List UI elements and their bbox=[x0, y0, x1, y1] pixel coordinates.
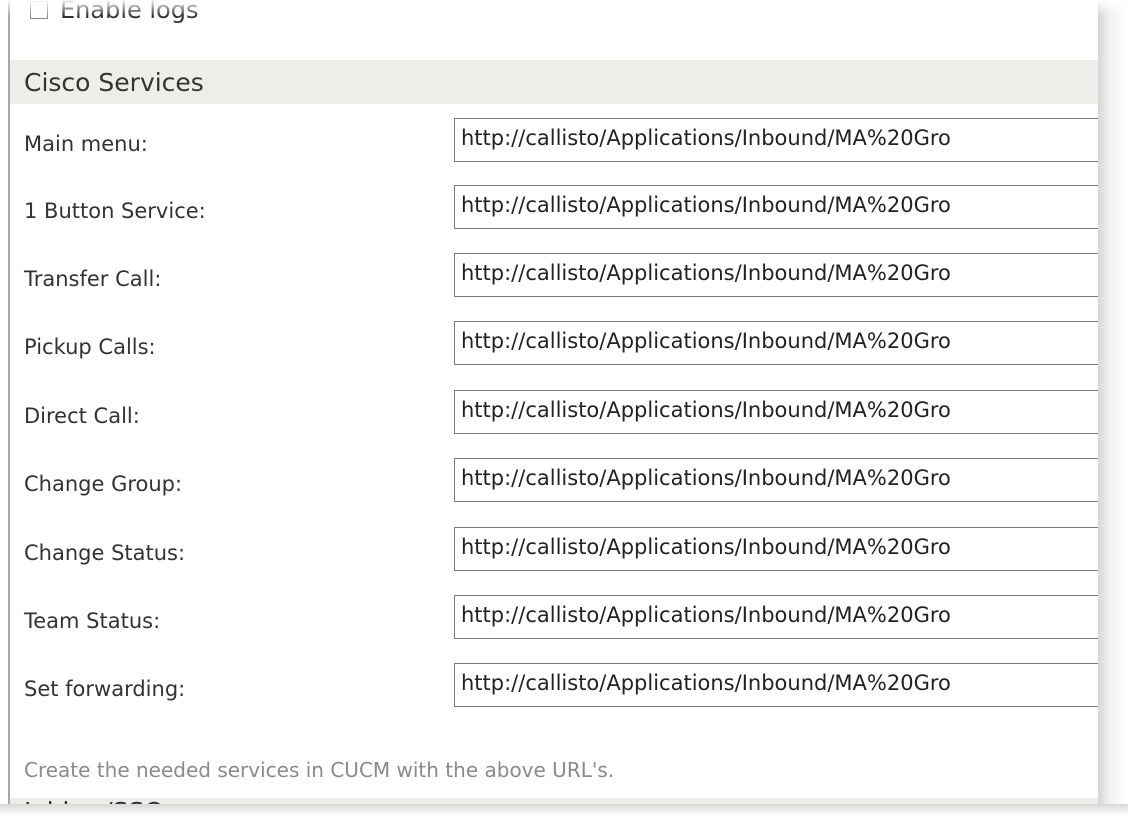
service-url-input[interactable]: http://callisto/Applications/Inbound/MA%… bbox=[454, 321, 1100, 365]
service-row-change-group: Change Group: http://callisto/Applicatio… bbox=[10, 458, 1100, 504]
service-label: Direct Call: bbox=[24, 404, 140, 428]
service-url-input[interactable]: http://callisto/Applications/Inbound/MA%… bbox=[454, 185, 1100, 229]
service-label: Transfer Call: bbox=[24, 267, 162, 291]
section-title: Cisco Services bbox=[24, 67, 204, 97]
service-row-1-button-service: 1 Button Service: http://callisto/Applic… bbox=[10, 185, 1100, 231]
service-url-input[interactable]: http://callisto/Applications/Inbound/MA%… bbox=[454, 253, 1100, 297]
service-label: Change Group: bbox=[24, 472, 183, 496]
service-url-input[interactable]: http://callisto/Applications/Inbound/MA%… bbox=[454, 663, 1100, 707]
screenshot-frame: Enable logs Cisco Services Main menu: ht… bbox=[0, 0, 1128, 816]
service-label: Pickup Calls: bbox=[24, 335, 156, 359]
section-header-cisco-services: Cisco Services bbox=[10, 60, 1100, 104]
settings-panel: Enable logs Cisco Services Main menu: ht… bbox=[8, 0, 1100, 812]
service-url-input[interactable]: http://callisto/Applications/Inbound/MA%… bbox=[454, 118, 1100, 162]
panel-shadow-bottom bbox=[0, 804, 1128, 816]
service-url-input[interactable]: http://callisto/Applications/Inbound/MA%… bbox=[454, 390, 1100, 434]
service-label: Set forwarding: bbox=[24, 677, 186, 701]
service-url-input[interactable]: http://callisto/Applications/Inbound/MA%… bbox=[454, 595, 1100, 639]
service-url-input[interactable]: http://callisto/Applications/Inbound/MA%… bbox=[454, 458, 1100, 502]
service-row-team-status: Team Status: http://callisto/Application… bbox=[10, 595, 1100, 641]
service-url-input[interactable]: http://callisto/Applications/Inbound/MA%… bbox=[454, 527, 1100, 571]
service-label: 1 Button Service: bbox=[24, 199, 206, 223]
enable-logs-option[interactable]: Enable logs bbox=[30, 0, 198, 30]
service-row-main-menu: Main menu: http://callisto/Applications/… bbox=[10, 118, 1100, 164]
service-row-transfer-call: Transfer Call: http://callisto/Applicati… bbox=[10, 253, 1100, 299]
service-label: Team Status: bbox=[24, 609, 161, 633]
panel-shadow-right bbox=[1098, 0, 1128, 816]
service-row-direct-call: Direct Call: http://callisto/Application… bbox=[10, 390, 1100, 436]
help-note: Create the needed services in CUCM with … bbox=[24, 758, 615, 782]
service-row-pickup-calls: Pickup Calls: http://callisto/Applicatio… bbox=[10, 321, 1100, 367]
service-label: Change Status: bbox=[24, 541, 186, 565]
enable-logs-label: Enable logs bbox=[60, 0, 199, 24]
service-label: Main menu: bbox=[24, 132, 148, 156]
enable-logs-checkbox[interactable] bbox=[30, 1, 48, 19]
service-row-change-status: Change Status: http://callisto/Applicati… bbox=[10, 527, 1100, 573]
service-row-set-forwarding: Set forwarding: http://callisto/Applicat… bbox=[10, 663, 1100, 709]
